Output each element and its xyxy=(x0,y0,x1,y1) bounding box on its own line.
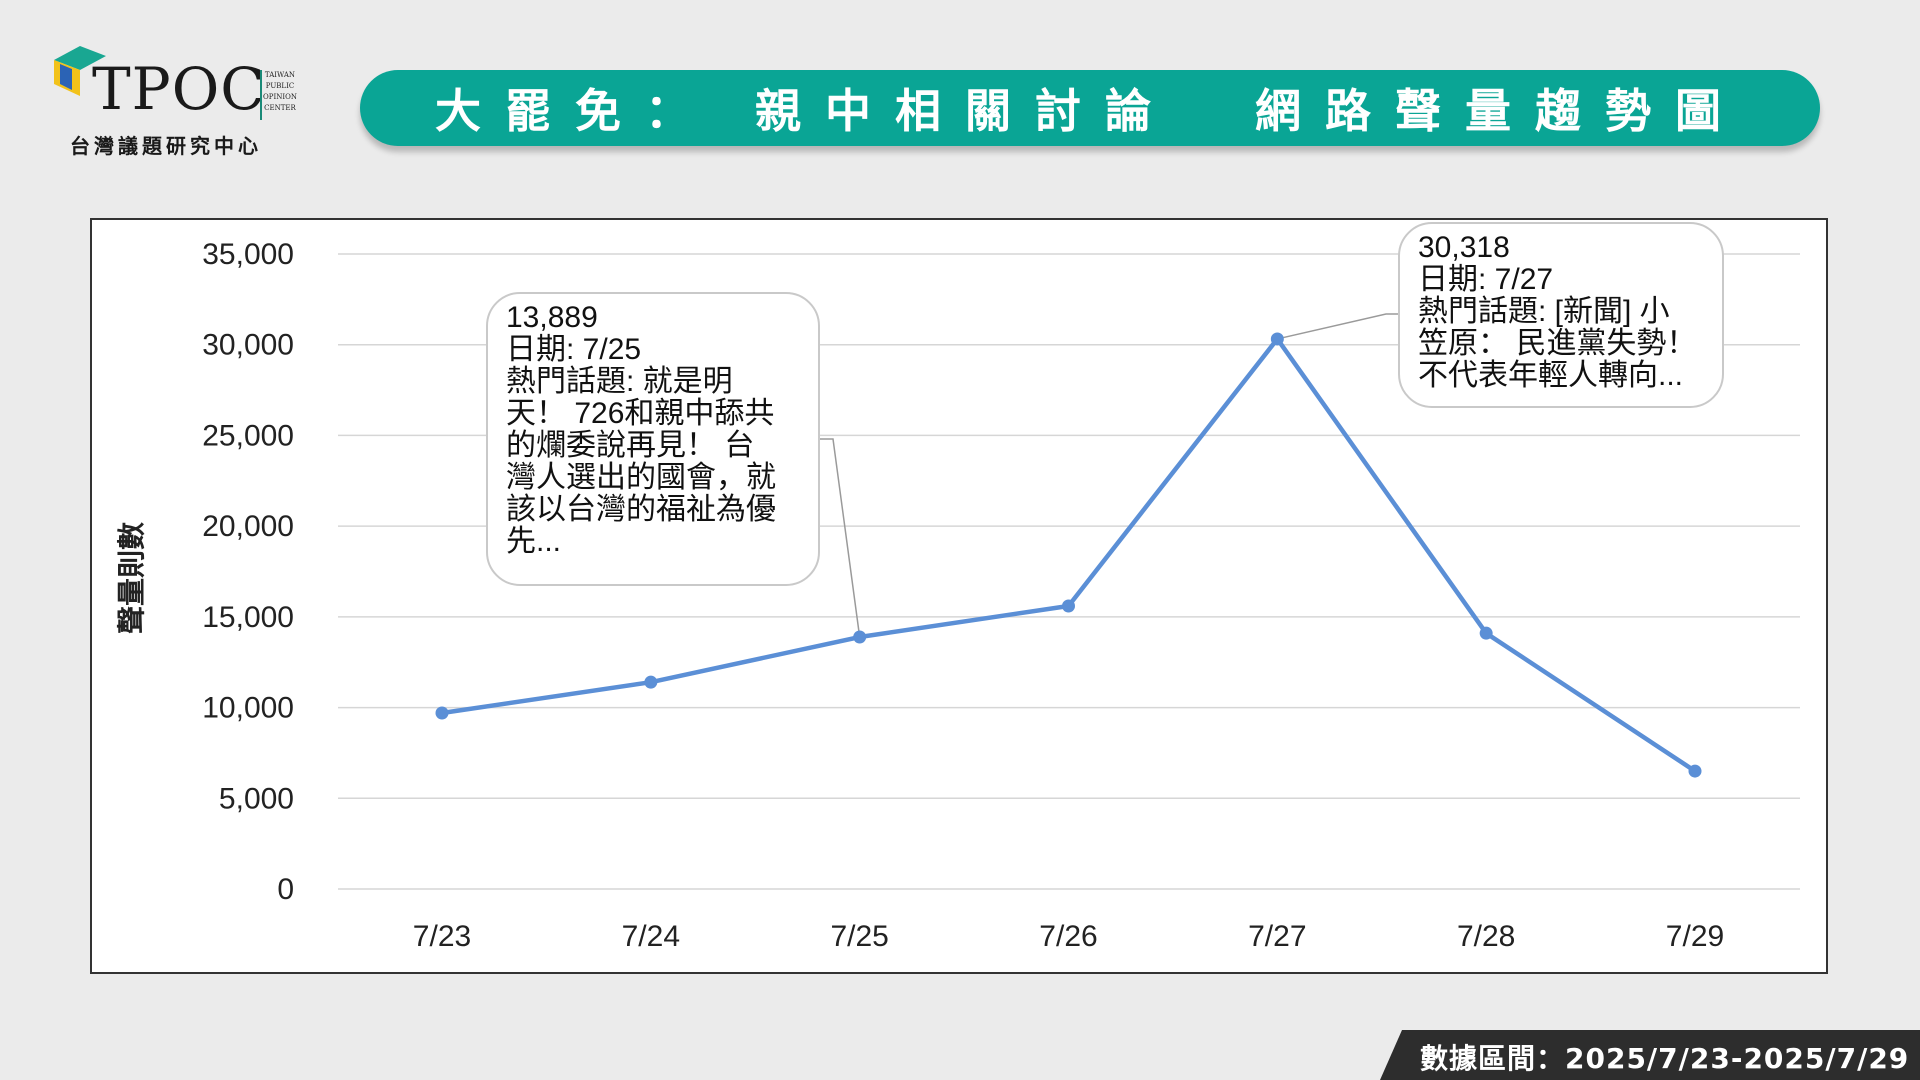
footer-text: 數據區間：2025/7/23-2025/7/29 xyxy=(1420,1042,1910,1075)
y-tick-label: 10,000 xyxy=(202,692,294,725)
callout-7-25: 13,889 日期: 7/25 熱門話題: 就是明 天！ 726和親中舔共 的爛… xyxy=(486,292,820,586)
line-chart: 0 5,000 10,000 15,000 20,000 25,000 30,000 35,0… xyxy=(202,238,1800,953)
callout-line: 熱門話題: [新聞] 小 xyxy=(1418,295,1670,328)
callout-line: 不代表年輕人轉向... xyxy=(1418,359,1684,392)
y-tick-label: 0 xyxy=(277,873,294,906)
data-point xyxy=(1270,332,1284,346)
data-point xyxy=(1479,626,1493,640)
x-tick-label: 7/29 xyxy=(1666,920,1724,953)
y-tick-label: 20,000 xyxy=(202,510,294,543)
callout-line: 30,318 xyxy=(1418,231,1510,264)
callout-line: 灣人選出的國會，就 xyxy=(506,461,776,494)
callout-line: 先... xyxy=(506,525,562,558)
data-point xyxy=(435,706,449,720)
callout-line: 的爛委說再見！ 台 xyxy=(506,429,755,462)
y-tick-label: 5,000 xyxy=(219,782,294,815)
y-tick-label: 30,000 xyxy=(202,329,294,362)
x-tick-label: 7/25 xyxy=(830,920,888,953)
x-tick-label: 7/26 xyxy=(1039,920,1097,953)
data-point xyxy=(853,630,867,644)
data-point xyxy=(644,675,658,689)
callout-7-27: 30,318 日期: 7/27 熱門話題: [新聞] 小 笠原： 民進黨失勢！ … xyxy=(1398,222,1724,408)
callout-line: 日期: 7/25 xyxy=(506,333,642,366)
y-tick-label: 25,000 xyxy=(202,419,294,452)
callout-line: 笠原： 民進黨失勢！ xyxy=(1418,327,1697,360)
callout-leader-line xyxy=(1277,313,1398,340)
y-axis-label: 聲量則數 xyxy=(115,521,148,635)
data-point xyxy=(1062,599,1075,613)
y-tick-label: 35,000 xyxy=(202,238,294,271)
x-tick-label: 7/23 xyxy=(413,920,471,953)
callout-line: 13,889 xyxy=(506,301,598,334)
x-tick-label: 7/27 xyxy=(1248,920,1306,953)
y-tick-label: 15,000 xyxy=(202,601,294,634)
footer-date-range: 數據區間：2025/7/23-2025/7/29 xyxy=(1380,1030,1920,1080)
callout-line: 天！ 726和親中舔共 xyxy=(506,397,775,430)
callout-line: 日期: 7/27 xyxy=(1418,263,1554,296)
callout-line: 該以台灣的福祉為優 xyxy=(506,493,776,526)
x-tick-label: 7/28 xyxy=(1457,920,1515,953)
x-tick-label: 7/24 xyxy=(622,920,680,953)
callout-line: 熱門話題: 就是明 xyxy=(506,365,733,398)
callout-leader-line xyxy=(820,438,861,638)
data-point xyxy=(1688,764,1702,778)
